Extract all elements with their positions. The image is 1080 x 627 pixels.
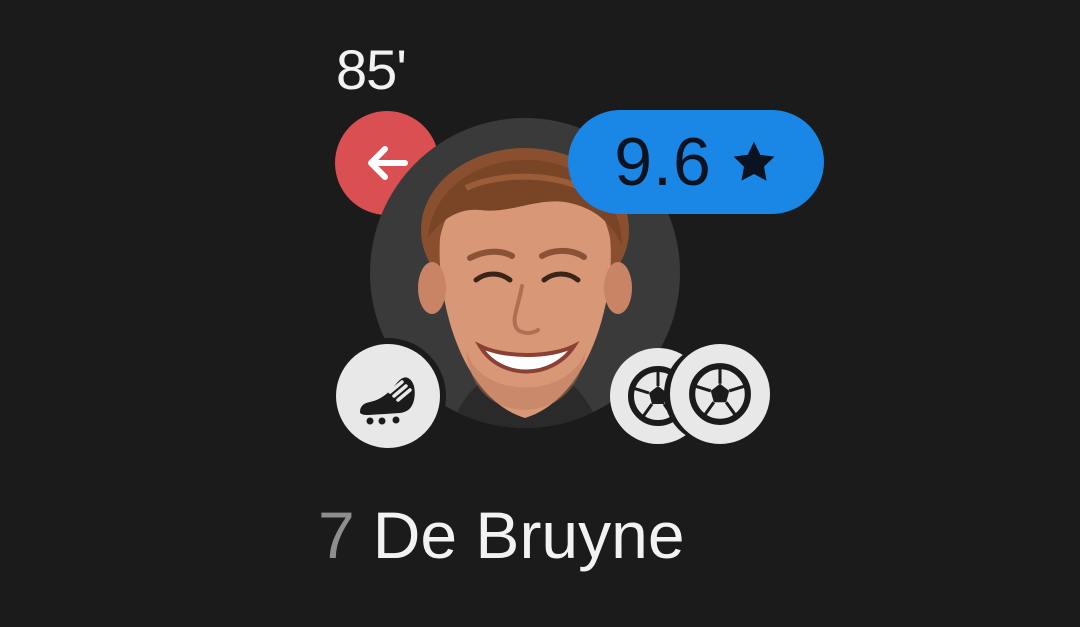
football-boot-icon bbox=[360, 377, 415, 425]
rating-badge[interactable]: 9.6 bbox=[568, 110, 824, 214]
goal-badge bbox=[670, 344, 770, 444]
player-card[interactable]: 85' 9.6 7 De Bruyne bbox=[0, 0, 1080, 627]
shirt-number: 7 bbox=[318, 498, 355, 572]
star-icon bbox=[733, 141, 775, 181]
player-name: De Bruyne bbox=[372, 498, 685, 572]
substitution-minute: 85' bbox=[336, 38, 407, 101]
player-rating: 9.6 bbox=[614, 124, 712, 200]
football-icon bbox=[689, 363, 751, 425]
assist-badge bbox=[336, 344, 440, 448]
player-name-line: 7 De Bruyne bbox=[318, 502, 685, 568]
